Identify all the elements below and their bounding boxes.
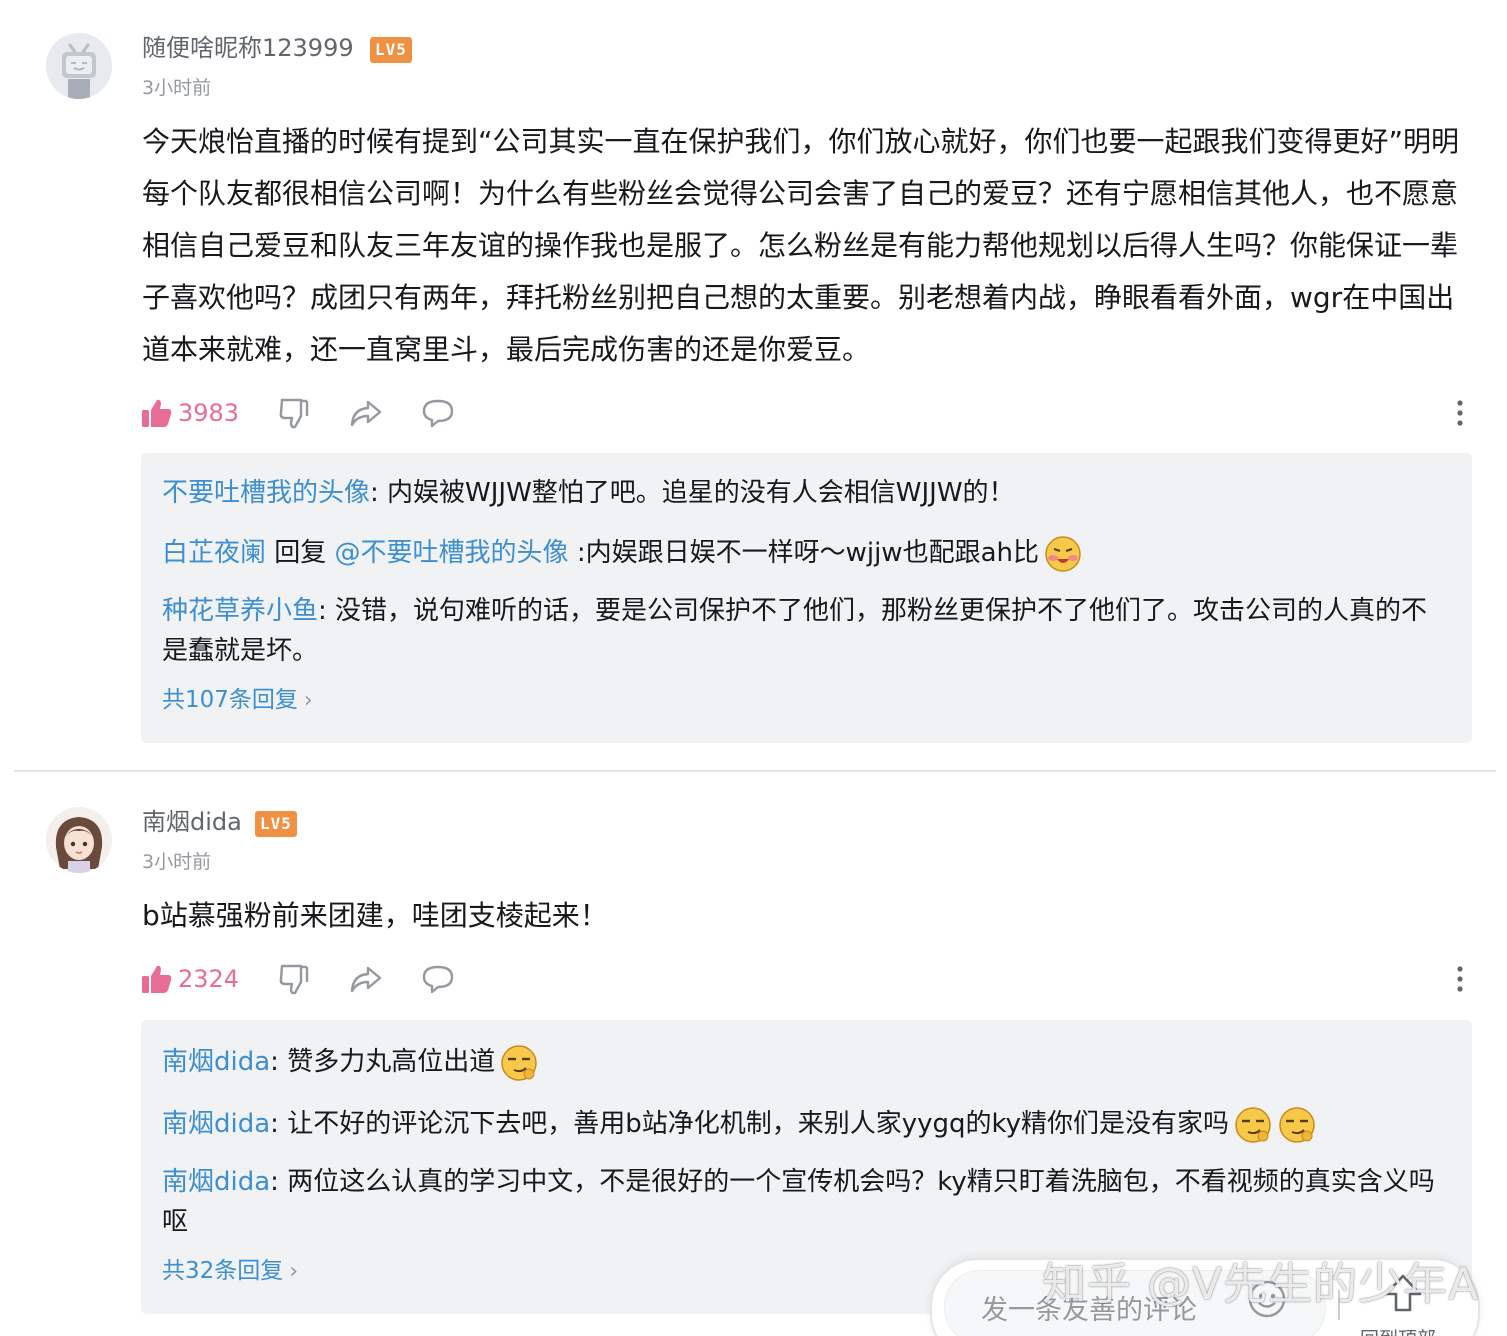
comment-content: b站慕强粉前来团建，哇团支棱起来！ [142, 899, 608, 932]
comment-item: 南烟dida LV5 3小时前 b站慕强粉前来团建，哇团支棱起来！ 2324 南… [0, 772, 1507, 1336]
share-icon[interactable] [348, 395, 384, 431]
reply-item: 种花草养小鱼: 没错，说句难听的话，要是公司保护不了他们，那粉丝更保护不了他们了… [162, 591, 1452, 671]
view-more-replies-link[interactable]: 共107条回复 › [162, 685, 313, 716]
thumbs-down-icon[interactable] [276, 395, 312, 431]
reply-text: : 让不好的评论沉下去吧，善用b站净化机制，来别人家yygq的ky精你们是没有家… [270, 1109, 1229, 1139]
reply-text: : 没错，说句难听的话，要是公司保护不了他们，那粉丝更保护不了他们了。攻击公司的… [162, 596, 1428, 666]
emoji-picker-icon[interactable] [1246, 1278, 1288, 1320]
comment-content: 今天烺怡直播的时候有提到“公司其实一直在保护我们，你们放心就好，你们也要一起跟我… [142, 125, 1460, 366]
reply-username[interactable]: 南烟dida [162, 1167, 270, 1197]
comment-time: 3小时前 [142, 77, 212, 99]
tv-mascot-avatar-icon[interactable] [46, 33, 112, 99]
like-count: 2324 [178, 965, 240, 993]
reply-username[interactable]: 南烟dida [162, 1047, 270, 1077]
smirk-face-emoji [1235, 1106, 1271, 1143]
reply-list: 不要吐槽我的头像: 内娱被WJJW整怕了吧。追星的没有人会相信WJJW的！ 白芷… [141, 453, 1472, 743]
reply-text: : 赞多力丸高位出道 [270, 1047, 496, 1077]
comment-username[interactable]: 南烟dida [142, 807, 242, 837]
comment-time: 3小时前 [142, 851, 212, 873]
comment-actions: 2324 [140, 959, 1475, 999]
comment-item: 随便啥昵称123999 LV5 3小时前 今天烺怡直播的时候有提到“公司其实一直… [0, 0, 1507, 770]
more-options-icon[interactable] [1448, 395, 1472, 431]
reply-text: :内娱跟日娱不一样呀～wjjw也配跟ah比 [568, 538, 1039, 568]
like-button[interactable]: 2324 [140, 959, 239, 999]
view-more-replies-link[interactable]: 共32条回复 › [162, 1256, 298, 1287]
comment-username[interactable]: 随便啥昵称123999 [142, 33, 354, 63]
up-arrow-icon [1384, 1274, 1422, 1312]
reply-username[interactable]: 南烟dida [162, 1109, 270, 1139]
reply-text: : 内娱被WJJW整怕了吧。追星的没有人会相信WJJW的！ [370, 478, 1015, 508]
share-icon[interactable] [348, 961, 384, 997]
more-replies-label: 共32条回复 [162, 1258, 284, 1284]
reply-text: : 两位这么认真的学习中文，不是很好的一个宣传机会吗？ky精只盯着洗脑包，不看视… [162, 1167, 1435, 1237]
reply-item: 不要吐槽我的头像: 内娱被WJJW整怕了吧。追星的没有人会相信WJJW的！ [162, 473, 1452, 513]
smirk-face-emoji [501, 1044, 537, 1081]
level-badge: LV5 [370, 37, 412, 63]
more-options-icon[interactable] [1448, 961, 1472, 997]
reply-username[interactable]: 白芷夜阑 [162, 538, 266, 568]
comment-feed: 随便啥昵称123999 LV5 3小时前 今天烺怡直播的时候有提到“公司其实一直… [0, 0, 1507, 1336]
anime-girl-avatar-icon[interactable] [46, 807, 112, 873]
reply-word: 回复 [266, 538, 335, 568]
reply-item: 南烟dida: 让不好的评论沉下去吧，善用b站净化机制，来别人家yygq的ky精… [162, 1104, 1452, 1145]
like-button[interactable]: 3983 [140, 393, 239, 433]
more-replies-label: 共107条回复 [162, 687, 298, 713]
chevron-right-icon: › [289, 1259, 299, 1284]
reply-mention[interactable]: @不要吐槽我的头像 [335, 538, 569, 568]
bar-separator [1338, 1290, 1340, 1320]
bottom-comment-bar: 发一条友善的评论 回到顶部 [930, 1258, 1480, 1336]
reply-item: 南烟dida: 两位这么认真的学习中文，不是很好的一个宣传机会吗？ky精只盯着洗… [162, 1162, 1452, 1242]
reply-item: 南烟dida: 赞多力丸高位出道 [162, 1042, 1452, 1083]
back-to-top-label: 回到顶部 [1360, 1324, 1436, 1336]
comment-actions: 3983 [140, 393, 1475, 433]
reply-username[interactable]: 不要吐槽我的头像 [162, 478, 370, 508]
smirk-face-emoji [1279, 1106, 1315, 1143]
chevron-right-icon: › [303, 688, 313, 713]
comment-input-placeholder: 发一条友善的评论 [981, 1294, 1197, 1326]
blushing-face-emoji [1045, 535, 1081, 572]
thumbs-up-icon [142, 965, 172, 993]
reply-bubble-icon[interactable] [420, 395, 456, 431]
reply-item: 白芷夜阑 回复 @不要吐槽我的头像 :内娱跟日娱不一样呀～wjjw也配跟ah比 [162, 533, 1452, 574]
thumbs-down-icon[interactable] [276, 961, 312, 997]
reply-username[interactable]: 种花草养小鱼 [162, 596, 318, 626]
like-count: 3983 [178, 399, 240, 427]
reply-bubble-icon[interactable] [420, 961, 456, 997]
back-to-top-button[interactable]: 回到顶部 [1352, 1268, 1452, 1336]
level-badge: LV5 [255, 811, 297, 837]
thumbs-up-icon [142, 399, 172, 427]
